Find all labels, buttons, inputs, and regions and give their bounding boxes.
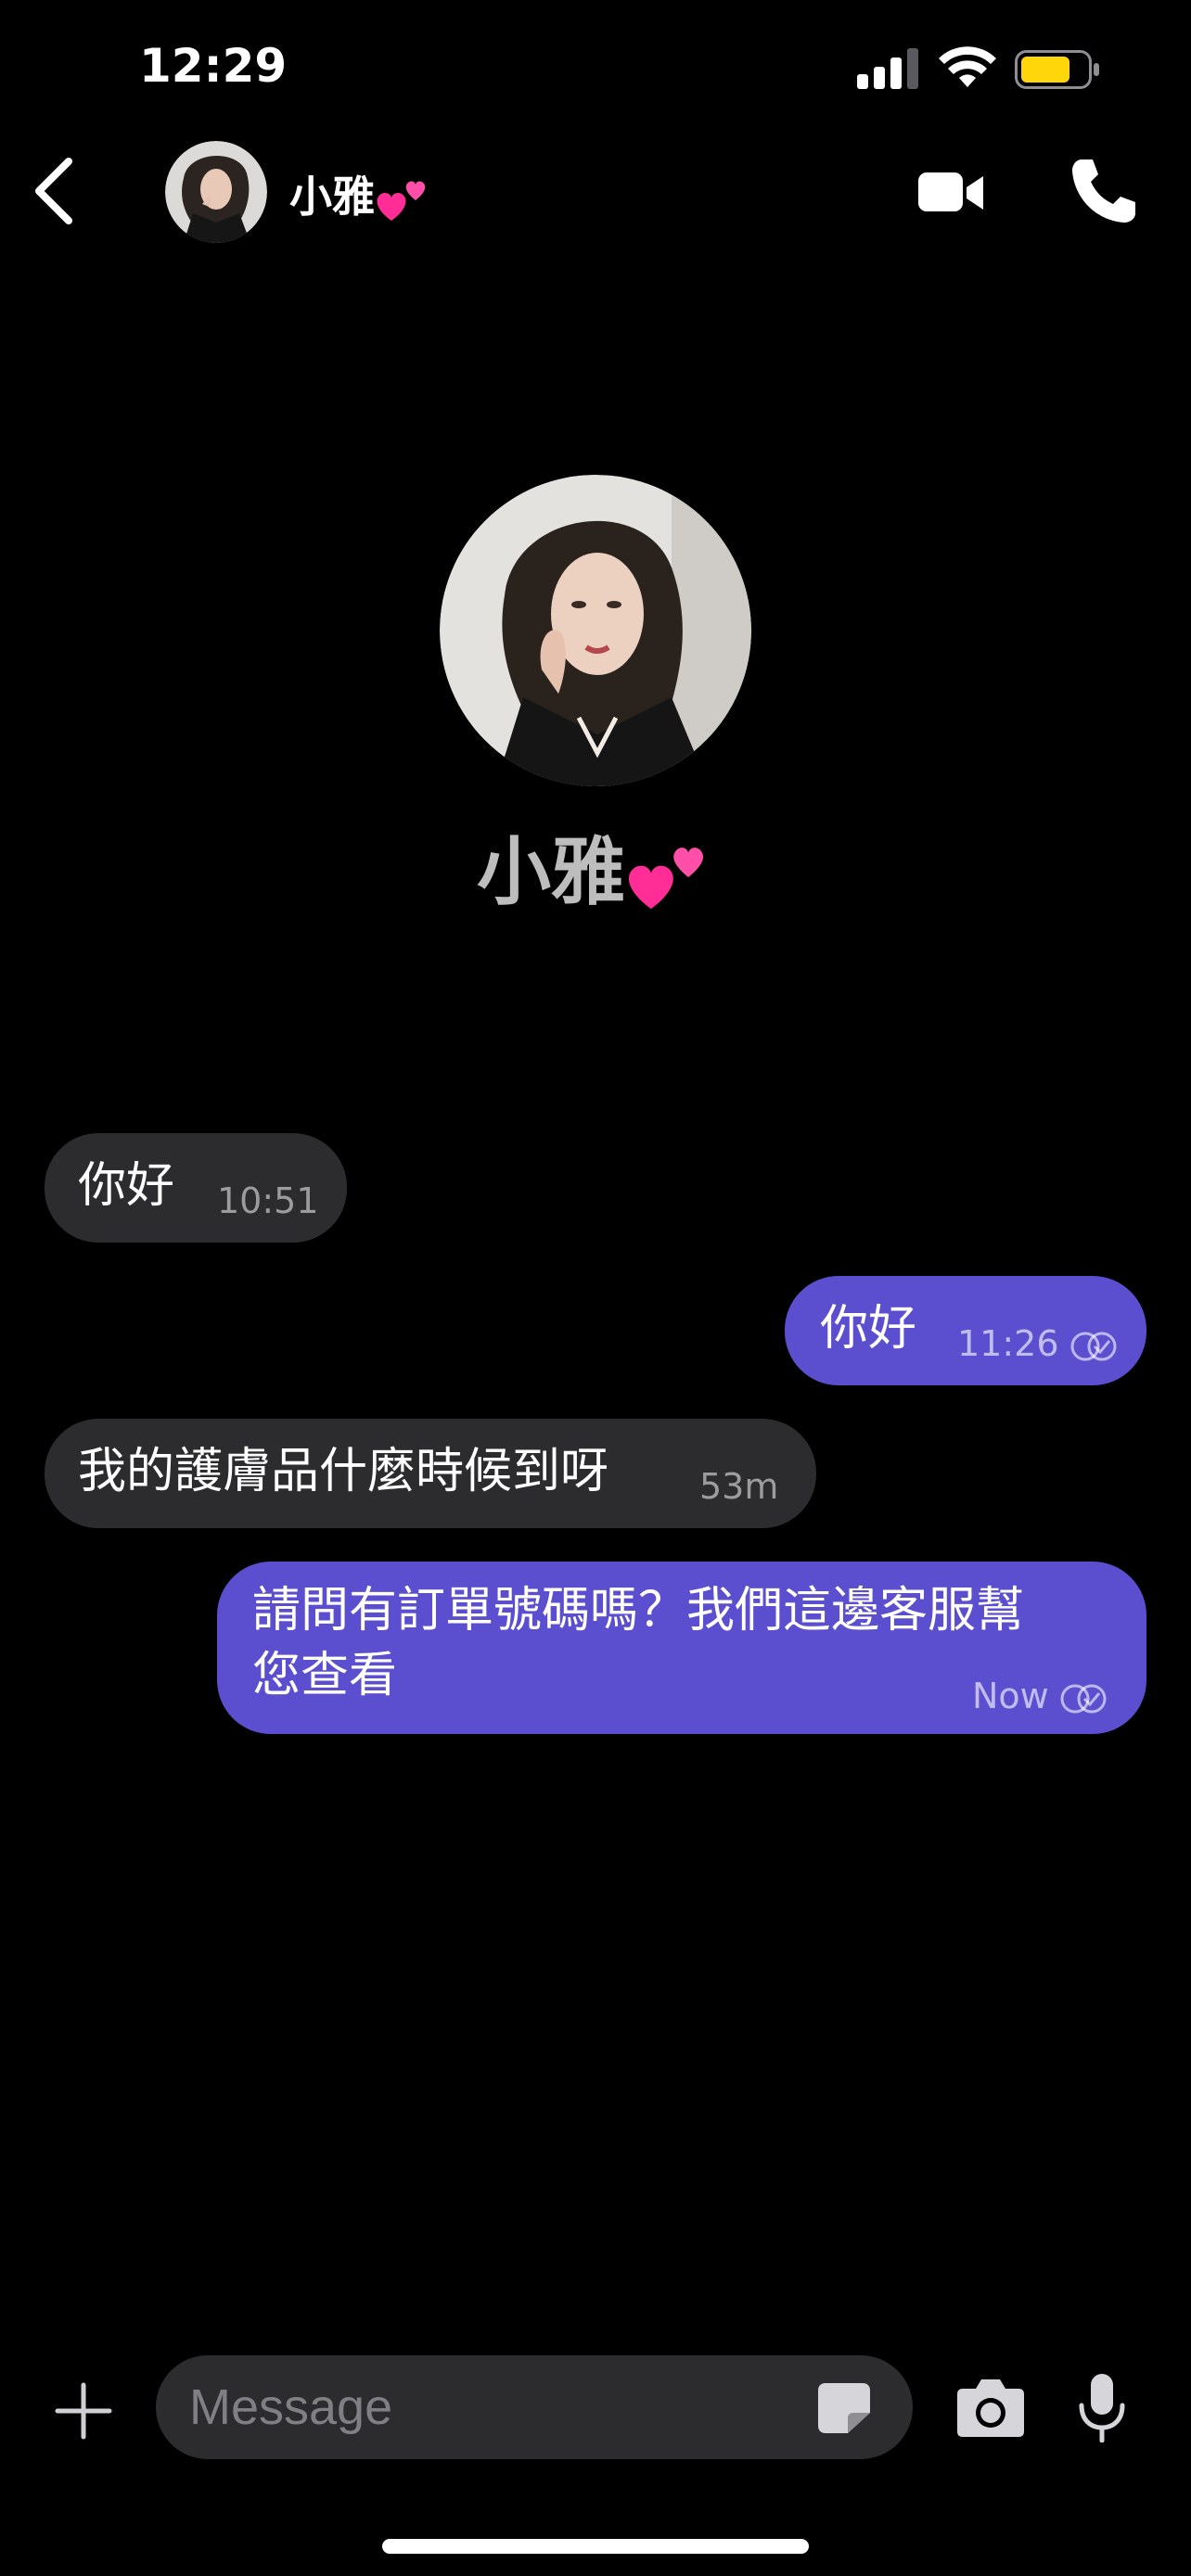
back-chevron-icon[interactable] — [26, 156, 85, 226]
message-time: 53m — [699, 1466, 779, 1507]
wifi-icon — [939, 46, 996, 87]
two-hearts-emoji-icon — [628, 848, 704, 910]
message-bubble-incoming[interactable]: 你好 10:51 — [45, 1133, 347, 1243]
double-check-icon — [1060, 1684, 1107, 1713]
video-call-icon[interactable] — [916, 159, 985, 226]
message-text: 你好 — [820, 1301, 917, 1357]
message-time: Now — [972, 1676, 1049, 1716]
status-time: 12:29 — [139, 39, 288, 93]
two-hearts-emoji-icon — [377, 180, 426, 221]
message-text: 你好 — [78, 1158, 175, 1214]
phone-icon[interactable] — [1069, 156, 1137, 226]
message-text-line-2: 您查看 — [252, 1648, 398, 1703]
message-bubble-outgoing[interactable]: 請問有訂單號碼嗎？我們這邊客服幫 您查看 Now — [217, 1562, 1146, 1734]
message-input-container[interactable] — [156, 2355, 913, 2459]
cellular-signal-icon — [857, 48, 918, 89]
message-input[interactable] — [189, 2376, 783, 2439]
contact-name-text: 小雅 — [289, 172, 375, 222]
sticker-icon[interactable] — [816, 2381, 872, 2435]
message-time: 10:51 — [217, 1180, 319, 1221]
header-avatar[interactable] — [165, 141, 267, 243]
message-text: 我的護膚品什麼時候到呀 — [78, 1444, 609, 1499]
double-check-icon — [1070, 1332, 1117, 1360]
camera-icon[interactable] — [955, 2376, 1026, 2439]
message-text-line-1: 請問有訂單號碼嗎？我們這邊客服幫 — [252, 1583, 1025, 1639]
battery-icon — [1015, 50, 1099, 89]
message-bubble-outgoing[interactable]: 你好 11:26 — [785, 1276, 1146, 1385]
home-indicator[interactable] — [382, 2539, 809, 2554]
message-time: 11:26 — [957, 1323, 1059, 1364]
profile-name-text: 小雅 — [477, 829, 625, 915]
profile-name: 小雅 — [0, 812, 1191, 920]
profile-avatar[interactable] — [440, 475, 751, 786]
header-contact-name[interactable]: 小雅 — [289, 163, 432, 226]
message-bubble-incoming[interactable]: 我的護膚品什麼時候到呀 53m — [45, 1419, 816, 1528]
microphone-icon[interactable] — [1076, 2372, 1128, 2442]
chat-screen: 12:29 小雅 小雅 你好 10:51 你好 11:26 我的護膚品什麼時候到… — [0, 0, 1191, 2576]
plus-icon[interactable] — [54, 2381, 113, 2441]
